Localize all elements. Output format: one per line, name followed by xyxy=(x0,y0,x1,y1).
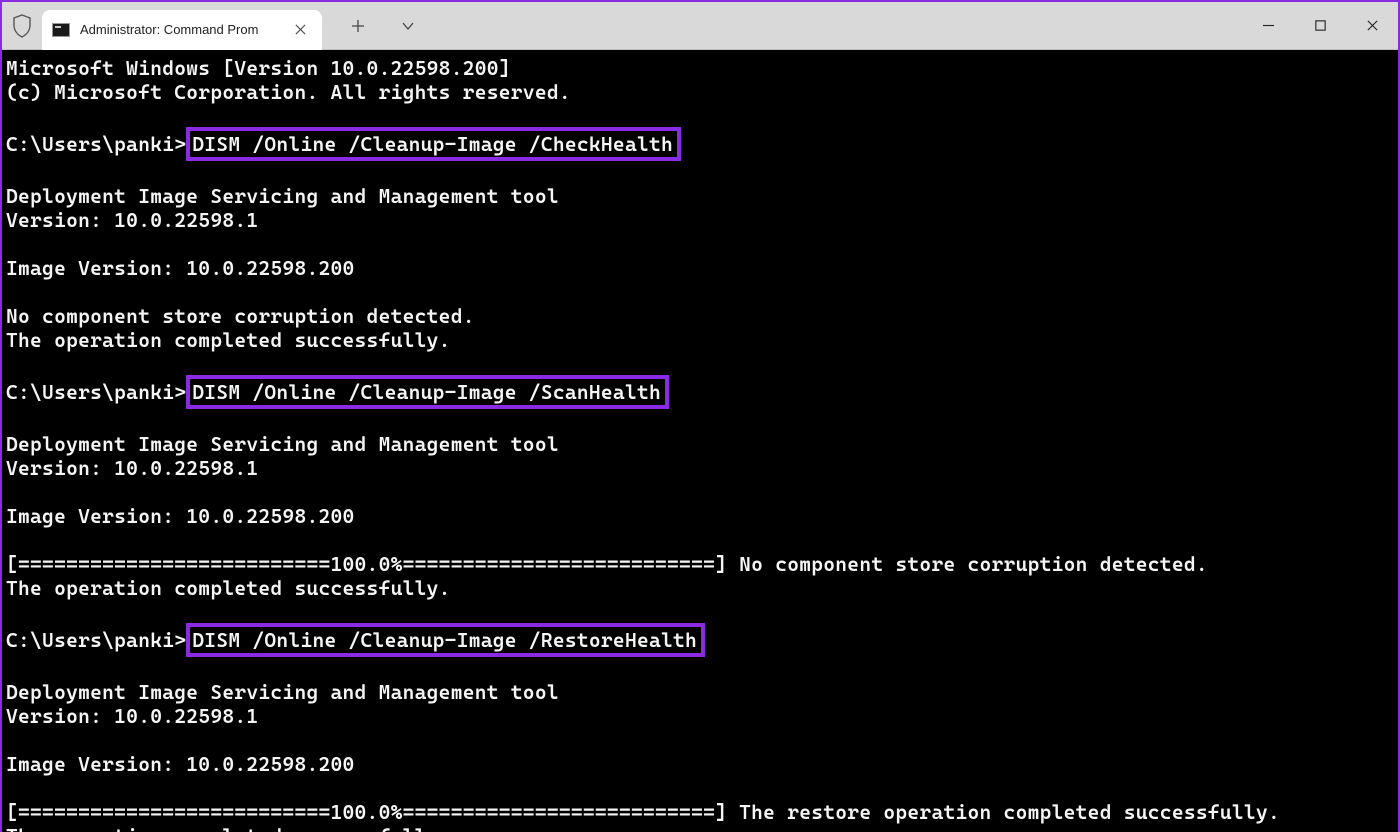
tab-dropdown-button[interactable] xyxy=(394,12,422,40)
titlebar-left: Administrator: Command Prom xyxy=(2,2,322,49)
shield-icon xyxy=(12,14,32,38)
dism-version: Version: 10.0.22598.1 xyxy=(6,704,258,728)
maximize-button[interactable] xyxy=(1294,2,1346,50)
image-version: Image Version: 10.0.22598.200 xyxy=(6,504,355,528)
command-scanhealth: DISM /Online /Cleanup-Image /ScanHealth xyxy=(186,375,669,409)
minimize-button[interactable] xyxy=(1242,2,1294,50)
image-version: Image Version: 10.0.22598.200 xyxy=(6,256,355,280)
titlebar-tab-actions xyxy=(322,2,422,49)
command-restorehealth: DISM /Online /Cleanup-Image /RestoreHeal… xyxy=(186,623,705,657)
prompt: C:\Users\panki> xyxy=(6,132,186,156)
app-window: Administrator: Command Prom xyxy=(0,0,1400,832)
terminal-output[interactable]: Microsoft Windows [Version 10.0.22598.20… xyxy=(2,50,1398,832)
tab-title: Administrator: Command Prom xyxy=(80,22,258,37)
prompt: C:\Users\panki> xyxy=(6,628,186,652)
result-no-corruption: No component store corruption detected. xyxy=(6,304,475,328)
image-version: Image Version: 10.0.22598.200 xyxy=(6,752,355,776)
dism-title: Deployment Image Servicing and Managemen… xyxy=(6,680,559,704)
cmd-icon xyxy=(52,23,70,37)
result-success: The operation completed successfully. xyxy=(6,824,451,832)
dism-title: Deployment Image Servicing and Managemen… xyxy=(6,432,559,456)
copyright-line: (c) Microsoft Corporation. All rights re… xyxy=(6,80,571,104)
dism-version: Version: 10.0.22598.1 xyxy=(6,208,258,232)
prompt: C:\Users\panki> xyxy=(6,380,186,404)
titlebar[interactable]: Administrator: Command Prom xyxy=(2,2,1398,50)
dism-version: Version: 10.0.22598.1 xyxy=(6,456,258,480)
close-button[interactable] xyxy=(1346,2,1398,50)
result-success: The operation completed successfully. xyxy=(6,328,451,352)
window-controls xyxy=(1242,2,1398,49)
progress-line: [==========================100.0%=======… xyxy=(6,552,1208,576)
result-success: The operation completed successfully. xyxy=(6,576,451,600)
progress-line: [==========================100.0%=======… xyxy=(6,800,1280,824)
new-tab-button[interactable] xyxy=(344,12,372,40)
dism-title: Deployment Image Servicing and Managemen… xyxy=(6,184,559,208)
os-version-line: Microsoft Windows [Version 10.0.22598.20… xyxy=(6,56,511,80)
command-checkhealth: DISM /Online /Cleanup-Image /CheckHealth xyxy=(186,127,681,161)
tab-close-button[interactable] xyxy=(288,18,312,42)
tab-active[interactable]: Administrator: Command Prom xyxy=(42,10,322,50)
